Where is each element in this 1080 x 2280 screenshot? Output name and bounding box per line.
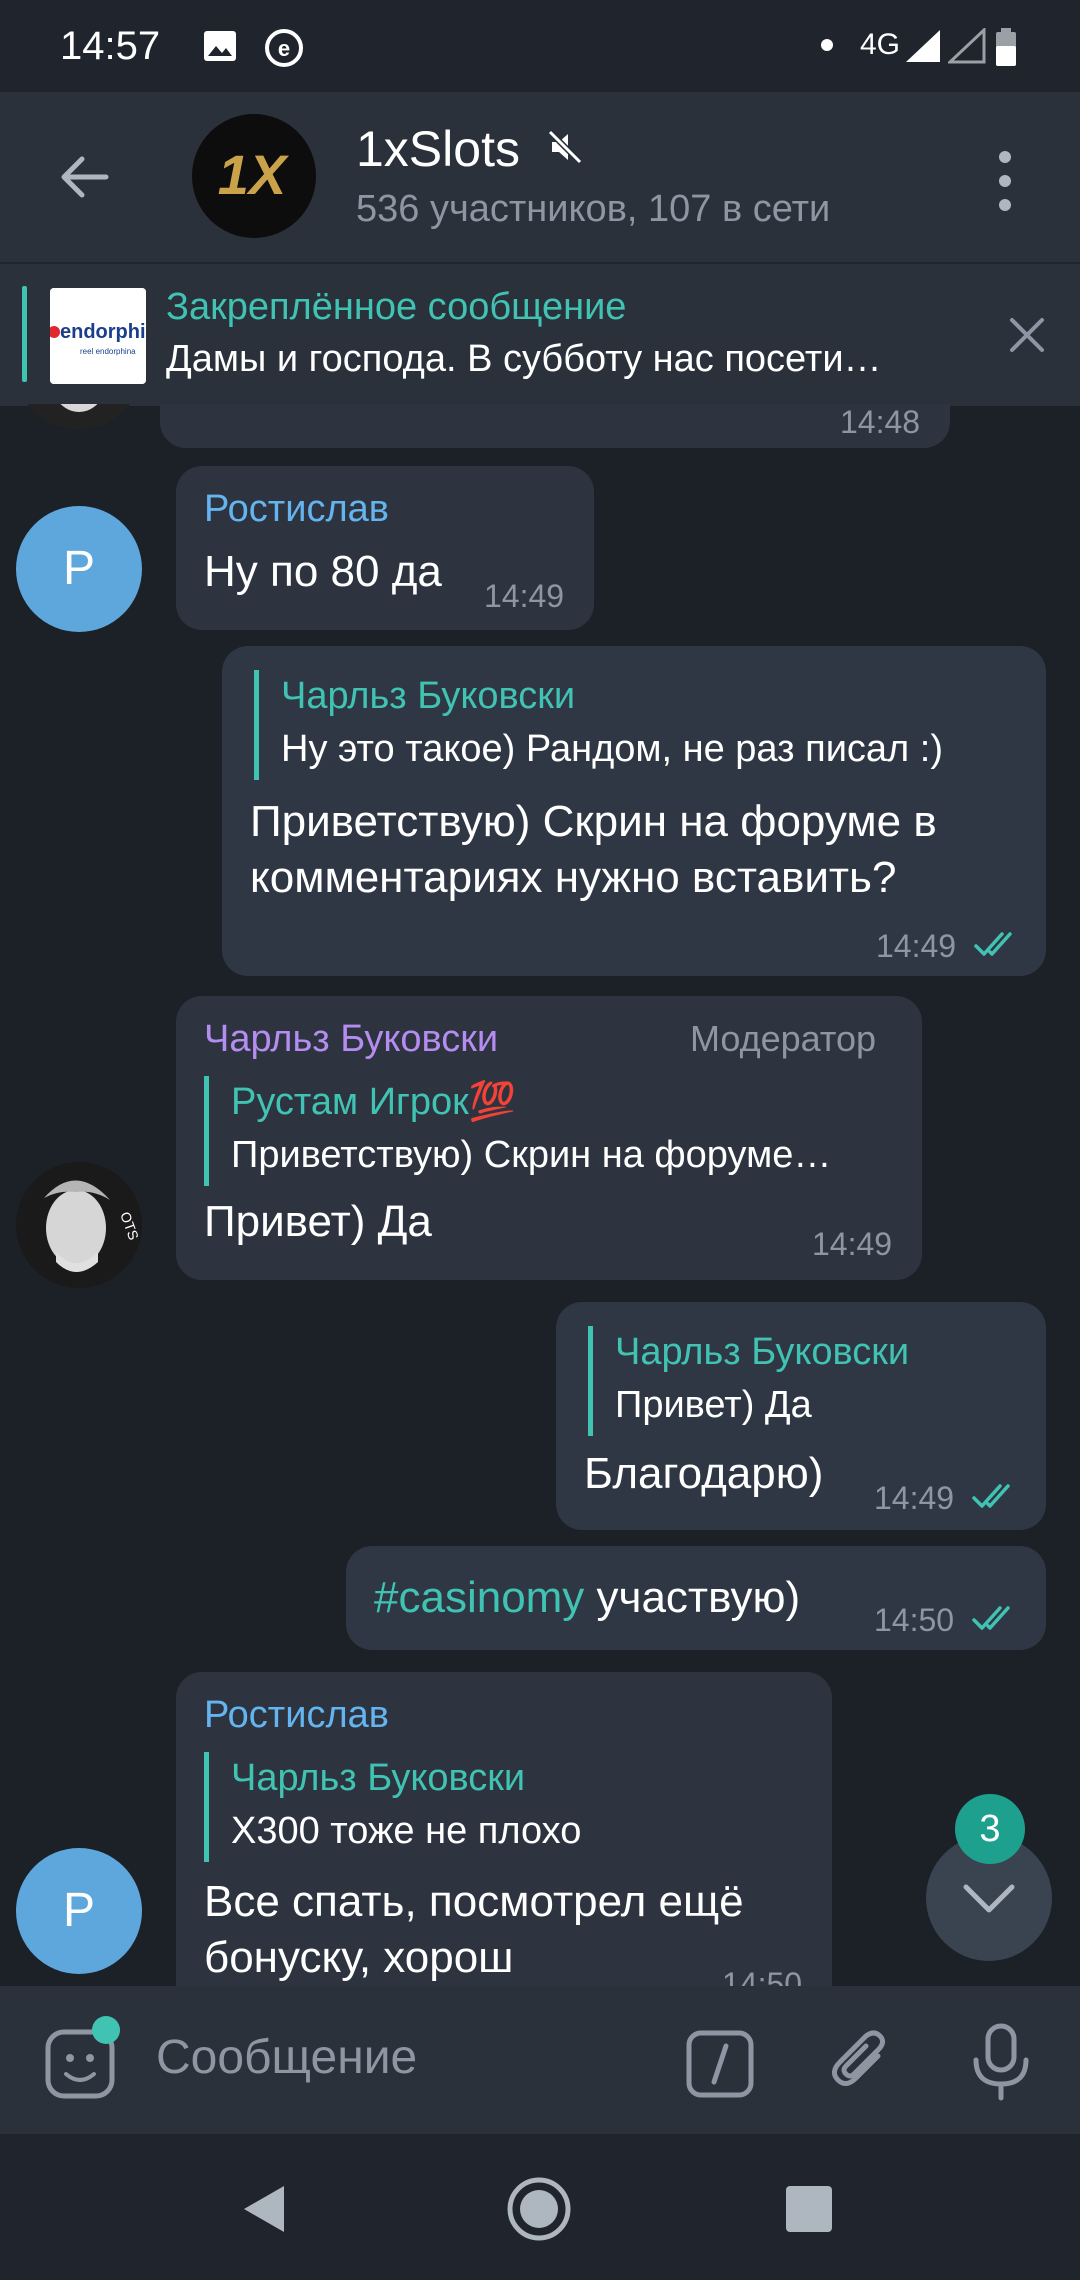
back-arrow-icon[interactable] (50, 142, 120, 212)
message-text: #casinomy участвую) (374, 1570, 800, 1626)
status-time: 14:57 (60, 24, 161, 68)
bot-command-icon[interactable] (686, 2030, 754, 2098)
reply-preview[interactable]: Рустам Игрок💯 Приветствую) Скрин на фору… (204, 1076, 831, 1186)
message-bubble[interactable]: Ростислав Ну по 80 да 14:49 (176, 466, 594, 630)
avatar[interactable]: OTS (16, 1162, 142, 1288)
pinned-indicator (22, 286, 27, 382)
reply-name: Рустам Игрок💯 (231, 1081, 517, 1123)
system-nav-bar (0, 2134, 1080, 2280)
avatar-letter: Р (62, 542, 95, 595)
pinned-thumbnail: endorphina reel endorphina (50, 288, 146, 384)
hashtag-link[interactable]: #casinomy (374, 1573, 584, 1622)
user-photo-icon (16, 404, 142, 430)
chat-subtitle: 536 участников, 107 в сети (356, 188, 831, 230)
message-text-line: комментариях нужно вставить? (250, 853, 897, 902)
chat-title[interactable]: 1xSlots (356, 120, 520, 178)
double-check-icon (974, 932, 1012, 956)
message-text-rest: участвую) (584, 1573, 801, 1622)
message-bubble[interactable]: Ростислав Чарльз Буковски Х300 тоже не п… (176, 1672, 832, 1986)
reply-name: Чарльз Буковски (281, 675, 576, 717)
message-text: Привет) Да (204, 1197, 432, 1246)
message-time: 14:50 (722, 1966, 803, 1986)
message-input[interactable]: Сообщение (156, 2030, 417, 2085)
reply-preview[interactable]: Чарльз Буковски Привет) Да (588, 1326, 909, 1436)
nav-home-icon[interactable] (504, 2174, 574, 2244)
message-bubble[interactable]: Чарльз Буковски Модератор Рустам Игрок💯 … (176, 996, 922, 1280)
message-time: 14:49 (876, 928, 957, 964)
avatar[interactable] (16, 404, 142, 430)
e-app-icon: e (265, 29, 303, 67)
chat-avatar[interactable]: 1X (192, 114, 316, 238)
status-bar: 14:57 e 4G (0, 0, 1080, 92)
sender-name[interactable]: Ростислав (204, 1694, 389, 1737)
message-bubble[interactable]: Х300 тоже не плохо 14:48 (160, 404, 950, 448)
network-type: 4G (860, 28, 901, 61)
mic-icon[interactable] (964, 2022, 1038, 2102)
message-text-line: бонуску, хорош (204, 1933, 514, 1982)
message-bubble[interactable]: Чарльз Буковски Привет) Да Благодарю) 14… (556, 1302, 1046, 1530)
reply-name: Чарльз Буковски (231, 1757, 526, 1799)
signal-2-icon (948, 28, 986, 64)
battery-icon (996, 28, 1016, 66)
gallery-icon (204, 31, 236, 61)
pinned-message-bar[interactable]: endorphina reel endorphina Закреплённое … (0, 262, 1080, 406)
pinned-text: Дамы и господа. В субботу нас посети… (166, 338, 882, 380)
message-text-line: Приветствую) Скрин на форуме в (250, 797, 937, 846)
attach-icon[interactable] (826, 2026, 898, 2098)
brand-logo-icon: 1X (192, 114, 316, 238)
reply-preview[interactable]: Чарльз Буковски Ну это такое) Рандом, не… (254, 670, 943, 780)
reply-name: Чарльз Буковски (615, 1331, 910, 1373)
double-check-icon (972, 1484, 1010, 1508)
svg-text:endorphina: endorphina (60, 321, 146, 343)
reply-text: Х300 тоже не плохо (231, 1810, 582, 1852)
message-time: 14:50 (874, 1602, 955, 1638)
svg-text:1X: 1X (218, 143, 290, 206)
message-time: 14:49 (484, 578, 565, 614)
message-text: Благодарю) (584, 1449, 824, 1498)
emoji-new-dot (92, 2016, 120, 2044)
svg-text:reel endorphina: reel endorphina (80, 347, 136, 356)
double-check-icon (972, 1606, 1010, 1630)
unread-badge: 3 (955, 1794, 1025, 1864)
role-badge: Модератор (690, 1018, 877, 1059)
message-time: 14:48 (840, 404, 921, 440)
avatar[interactable]: Р (16, 506, 142, 632)
avatar-letter: Р (62, 1884, 95, 1937)
avatar[interactable]: Р (16, 1848, 142, 1974)
message-text-line: Все спать, посмотрел ещё (204, 1877, 744, 1926)
message-input-bar: Сообщение (0, 1986, 1080, 2134)
message-bubble[interactable]: #casinomy участвую) 14:50 (346, 1546, 1046, 1650)
mute-icon (547, 129, 583, 165)
reply-text: Ну это такое) Рандом, не раз писал :) (281, 728, 943, 770)
notification-dot-icon (821, 39, 833, 51)
message-time: 14:49 (812, 1226, 893, 1262)
reply-text: Привет) Да (615, 1384, 812, 1426)
message-time: 14:49 (874, 1480, 955, 1516)
close-icon[interactable] (1004, 312, 1050, 358)
user-photo-icon: OTS (16, 1162, 142, 1288)
endorphina-logo-icon: endorphina reel endorphina (50, 288, 146, 384)
svg-text:e: e (278, 36, 290, 61)
chat-header: 1X 1xSlots 536 участников, 107 в сети (0, 92, 1080, 262)
sender-name[interactable]: Ростислав (204, 488, 389, 531)
message-bubble[interactable]: Чарльз Буковски Ну это такое) Рандом, не… (222, 646, 1046, 976)
reply-text: Приветствую) Скрин на форуме… (231, 1134, 832, 1176)
reply-preview[interactable]: Чарльз Буковски Х300 тоже не плохо (204, 1752, 581, 1862)
message-list[interactable]: Х300 тоже не плохо 14:48 Р Ростислав Ну … (0, 404, 1080, 1986)
nav-recents-icon[interactable] (774, 2174, 844, 2244)
message-text: Ну по 80 да (204, 547, 442, 596)
pinned-title: Закреплённое сообщение (166, 286, 627, 328)
sender-name[interactable]: Чарльз Буковски (204, 1018, 498, 1061)
more-vert-icon[interactable] (990, 148, 1020, 214)
nav-back-icon[interactable] (230, 2174, 300, 2244)
signal-icon (906, 30, 940, 62)
message-text: Х300 тоже не плохо (204, 404, 610, 414)
